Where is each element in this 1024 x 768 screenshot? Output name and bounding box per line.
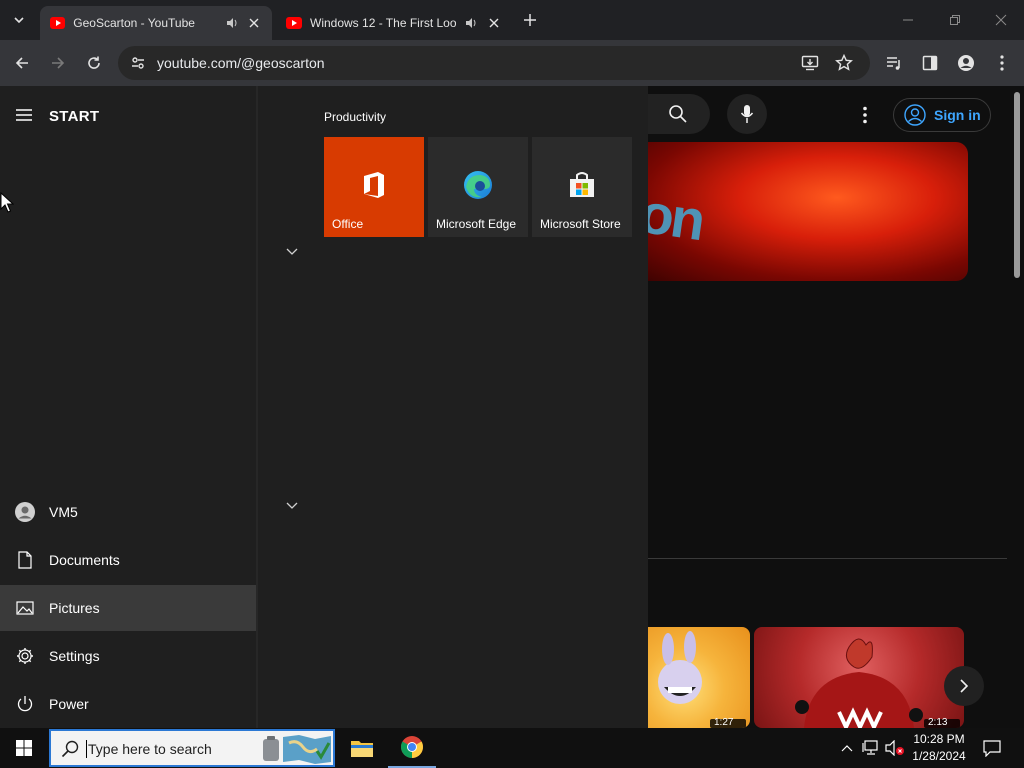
nav-label: Power [49, 696, 89, 712]
clock-date[interactable]: 1/28/2024 [900, 749, 978, 763]
edge-icon [464, 171, 492, 199]
clock-time[interactable]: 10:28 PM [900, 732, 978, 746]
youtube-settings-menu-icon[interactable] [862, 106, 868, 124]
speaker-icon[interactable] [225, 16, 239, 30]
install-app-icon[interactable] [801, 54, 819, 72]
start-item-pictures[interactable]: Pictures [0, 585, 256, 631]
document-icon [15, 550, 35, 570]
taskbar-chrome[interactable] [388, 728, 436, 768]
minimize-button[interactable] [896, 8, 920, 32]
gear-icon [15, 646, 35, 666]
sign-in-label: Sign in [934, 107, 981, 123]
address-text: youtube.com/@geoscarton [157, 55, 325, 71]
nav-label: Documents [49, 552, 120, 568]
profile-icon[interactable] [954, 51, 978, 75]
start-button[interactable] [0, 728, 48, 768]
tile-label: Microsoft Edge [436, 217, 517, 231]
chevron-down-icon[interactable] [286, 502, 302, 518]
nav-label: Settings [49, 648, 100, 664]
media-control-icon[interactable] [882, 51, 906, 75]
sign-in-button[interactable]: Sign in [893, 98, 991, 132]
hamburger-menu-icon[interactable] [15, 108, 35, 124]
text-caret [86, 740, 87, 758]
bookmark-star-icon[interactable] [835, 54, 853, 72]
tab-windows12[interactable]: Windows 12 - The First Look [276, 6, 512, 40]
youtube-favicon-icon [50, 17, 66, 29]
action-center-icon[interactable] [982, 738, 1002, 758]
search-placeholder: Type here to search [88, 741, 212, 757]
tab-title: Windows 12 - The First Look [310, 16, 456, 30]
start-item-power[interactable]: Power [0, 681, 256, 727]
youtube-search-button[interactable] [646, 94, 710, 134]
start-menu-tiles-pane: Productivity Office Microsoft Edge Micro… [256, 86, 648, 728]
user-avatar-icon [15, 502, 35, 522]
tile-microsoft-store[interactable]: Microsoft Store [532, 137, 632, 237]
reload-button[interactable] [82, 51, 106, 75]
account-icon [904, 104, 926, 126]
tile-office[interactable]: Office [324, 137, 424, 237]
store-icon [570, 172, 594, 197]
tab-geoscarton[interactable]: GeoScarton - YouTube [40, 6, 272, 40]
tab-search-button[interactable] [8, 9, 30, 31]
taskbar-search-box[interactable]: Type here to search [49, 729, 335, 767]
tab-title: GeoScarton - YouTube [73, 16, 195, 30]
office-icon [364, 172, 384, 198]
video-thumbnail[interactable]: 2:13 [754, 627, 964, 728]
browser-tab-strip: GeoScarton - YouTube Windows 12 - The Fi… [0, 0, 1024, 40]
next-arrow-button[interactable] [944, 666, 984, 706]
tile-label: Microsoft Store [540, 217, 621, 231]
taskbar-file-explorer[interactable] [338, 728, 386, 768]
browser-toolbar: youtube.com/@geoscarton [0, 40, 1024, 86]
user-name: VM5 [49, 504, 78, 520]
tile-label: Office [332, 217, 364, 231]
channel-banner: on [640, 142, 968, 281]
video-duration: 1:27 [714, 717, 734, 728]
chrome-menu-icon[interactable] [990, 51, 1014, 75]
new-tab-button[interactable] [520, 10, 540, 30]
site-info-icon[interactable] [130, 55, 146, 71]
folder-icon [351, 741, 373, 757]
power-icon [15, 694, 35, 714]
mouse-cursor-icon [0, 192, 14, 214]
youtube-favicon-icon [286, 17, 302, 29]
start-user-account[interactable]: VM5 [0, 489, 256, 535]
start-menu-left-pane: START VM5 Documents Pictures Settings Po… [0, 86, 256, 728]
search-highlight-illustration [259, 733, 333, 765]
tile-microsoft-edge[interactable]: Microsoft Edge [428, 137, 528, 237]
taskbar: Type here to search 10:28 PM 1/28/2024 [0, 728, 1024, 768]
close-window-button[interactable] [989, 8, 1013, 32]
search-icon [61, 740, 79, 758]
close-tab-icon[interactable] [486, 15, 502, 31]
pane-divider [256, 86, 258, 728]
show-hidden-icons-chevron-up-icon[interactable] [837, 738, 857, 758]
back-button[interactable] [10, 51, 34, 75]
banner-logo-text: on [640, 180, 707, 253]
start-item-documents[interactable]: Documents [0, 537, 256, 583]
video-duration: 2:13 [928, 717, 948, 728]
nav-label: Pictures [49, 600, 100, 616]
side-panel-icon[interactable] [918, 51, 942, 75]
address-bar[interactable]: youtube.com/@geoscarton [118, 46, 870, 80]
voice-search-button[interactable] [727, 94, 767, 134]
pictures-icon [15, 598, 35, 618]
tile-group-label: Productivity [324, 110, 387, 124]
start-menu-title: START [49, 108, 100, 125]
windows-logo-icon [16, 740, 32, 756]
close-tab-icon[interactable] [247, 15, 262, 31]
divider [648, 558, 1007, 559]
forward-button[interactable] [46, 51, 70, 75]
speaker-icon[interactable] [464, 16, 478, 30]
video-thumbnail[interactable]: 1:27 [640, 627, 750, 728]
start-item-settings[interactable]: Settings [0, 633, 256, 679]
scrollbar-thumb[interactable] [1014, 92, 1020, 278]
chevron-down-icon[interactable] [286, 248, 302, 264]
restore-button[interactable] [943, 8, 967, 32]
network-icon[interactable] [861, 738, 881, 758]
chrome-icon [401, 736, 423, 758]
